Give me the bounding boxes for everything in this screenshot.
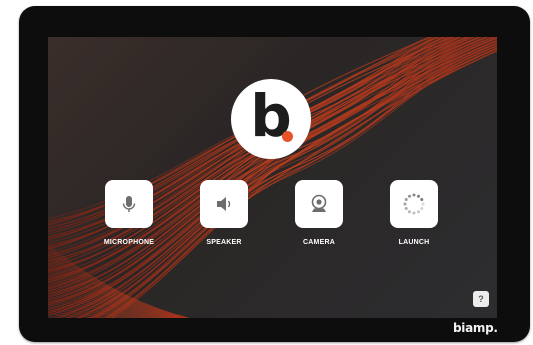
launch-button[interactable] — [390, 180, 438, 228]
camera-button[interactable] — [295, 180, 343, 228]
touch-screen: b MICROPHONE SPEAKER CAMERA LAUNCH ? — [48, 37, 497, 318]
microphone-icon — [122, 196, 136, 212]
microphone-button[interactable] — [105, 180, 153, 228]
logo-dot — [282, 131, 293, 142]
speaker-icon — [217, 197, 231, 211]
microphone-label: MICROPHONE — [103, 239, 155, 246]
speaker-button[interactable] — [200, 180, 248, 228]
help-button[interactable]: ? — [473, 291, 489, 307]
launch-spinner-icon — [403, 193, 425, 215]
camera-label: CAMERA — [303, 239, 335, 246]
speaker-label: SPEAKER — [206, 239, 242, 246]
brand-logo: b — [231, 79, 311, 159]
launch-label: LAUNCH — [398, 239, 430, 246]
camera-icon — [311, 194, 327, 212]
device-brand-logo: biamp. — [453, 321, 498, 335]
